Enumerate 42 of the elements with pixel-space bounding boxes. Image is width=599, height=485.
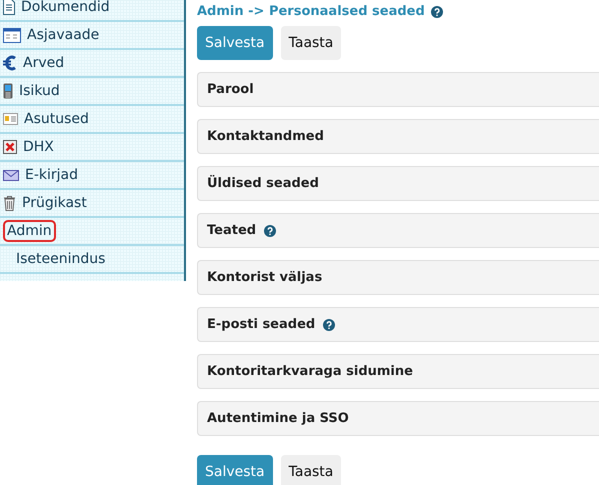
panel-title: Kontorist väljas [207,270,322,285]
collapsible-panel[interactable]: Teated [197,213,599,248]
sidebar-item[interactable]: Asutused [24,111,89,127]
sidebar-item[interactable]: Arved [23,55,64,71]
panel-title: E-posti seaded [207,317,316,332]
sidebar-subitem[interactable]: Iseteenindus [16,251,106,267]
sidebar-item[interactable]: Asjavaade [27,27,100,43]
sidebar-item[interactable]: Admin [3,220,56,242]
help-icon[interactable] [264,224,276,236]
help-icon[interactable] [323,318,336,330]
sidebar-item[interactable]: Isikud [19,83,60,99]
save-button[interactable]: Salvesta [197,455,273,485]
sidebar-item[interactable]: E-kirjad [25,167,78,183]
sidebar-item[interactable]: DHX [23,139,54,155]
collapsible-panel[interactable]: Autentimine ja SSO [197,401,599,436]
collapsible-panel[interactable]: Parool [197,72,599,107]
id-card-icon [3,113,18,125]
panel-title: Kontoritarkvaraga sidumine [207,364,413,379]
panel-title: Teated [207,223,256,238]
restore-button[interactable]: Taasta [280,26,342,60]
sidebar-item[interactable]: Prügikast [22,195,87,211]
calendar-window-icon [3,28,21,42]
mobile-phone-icon [3,83,13,99]
sidebar-item[interactable]: Dokumendid [21,0,110,15]
collapsible-panel[interactable]: Kontaktandmed [197,119,599,154]
collapsible-panel[interactable]: Kontorist väljas [197,260,599,295]
save-button[interactable]: Salvesta [197,26,273,60]
euro-icon [3,55,17,71]
help-icon[interactable] [430,6,443,18]
cross-icon [3,140,17,154]
panel-title: Kontaktandmed [207,129,324,144]
panel-title: Autentimine ja SSO [207,411,349,426]
collapsible-panel[interactable]: Üldised seaded [197,166,599,201]
restore-button[interactable]: Taasta [280,455,342,485]
collapsible-panel[interactable]: Kontoritarkvaraga sidumine [197,354,599,389]
document-icon [3,0,15,15]
panel-title: Üldised seaded [207,176,319,191]
breadcrumb: Admin -> Personaalsed seaded [197,4,425,19]
trash-can-icon [3,195,16,211]
collapsible-panel[interactable]: E-posti seaded [197,307,599,342]
panel-title: Parool [207,82,254,97]
envelope-icon [3,170,19,180]
